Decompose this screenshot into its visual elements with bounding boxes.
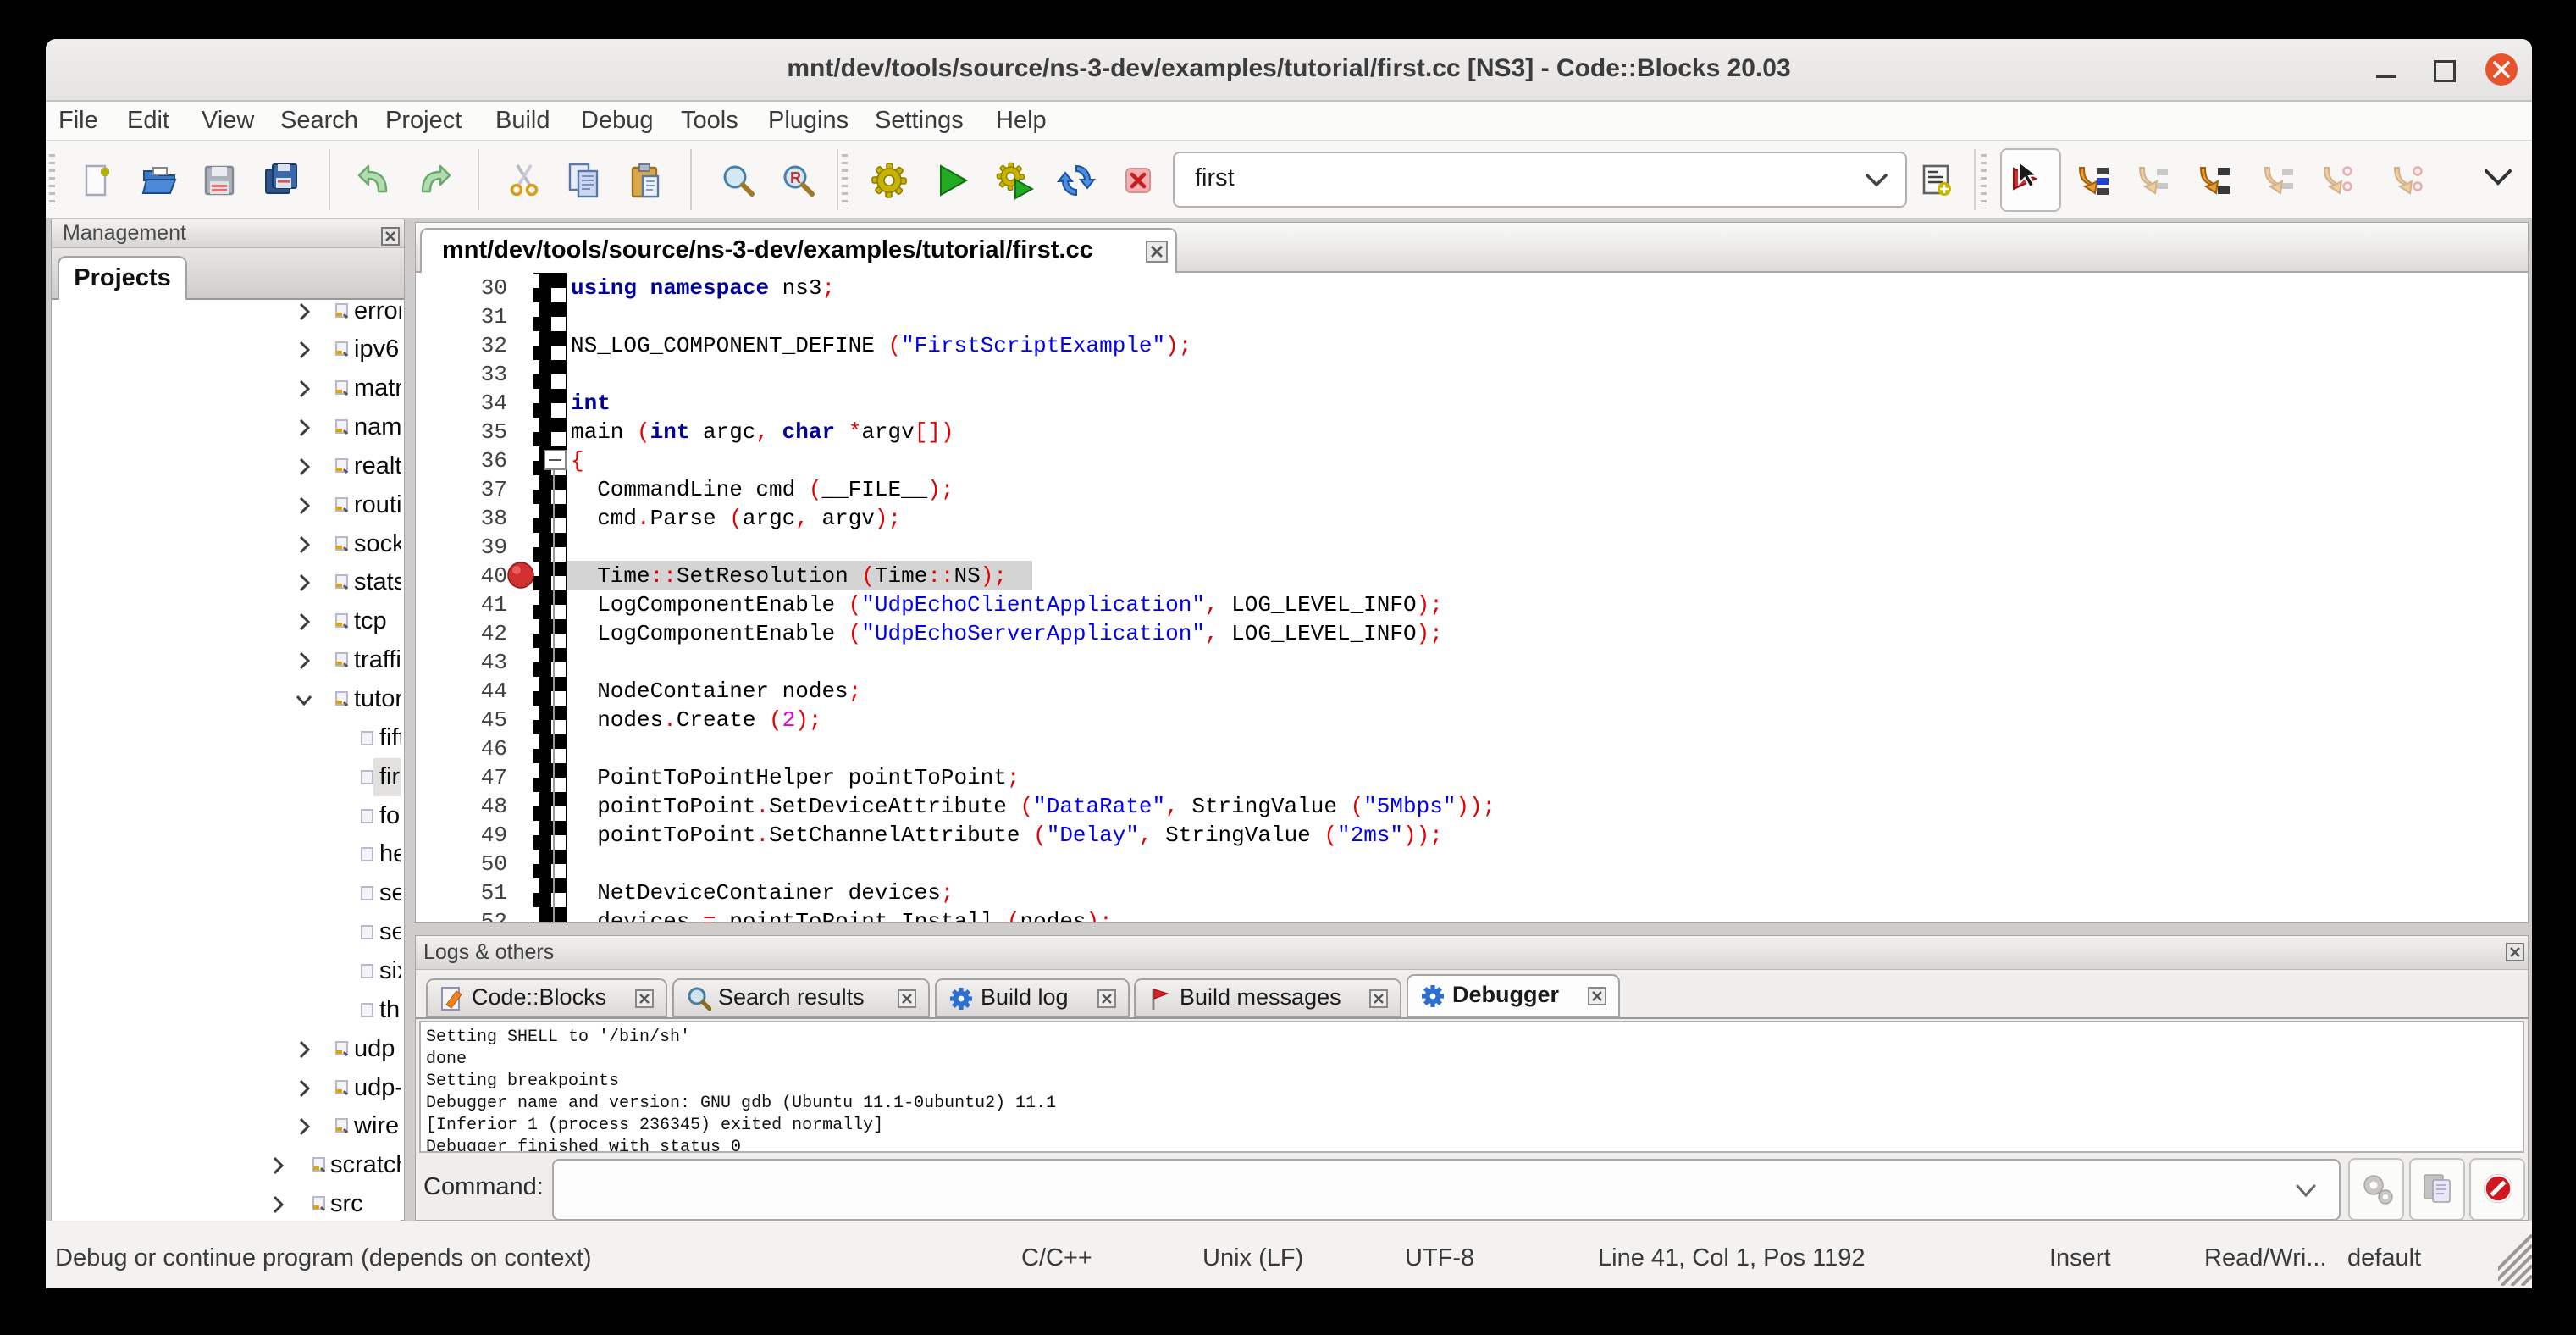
svg-text:R: R (790, 169, 801, 186)
